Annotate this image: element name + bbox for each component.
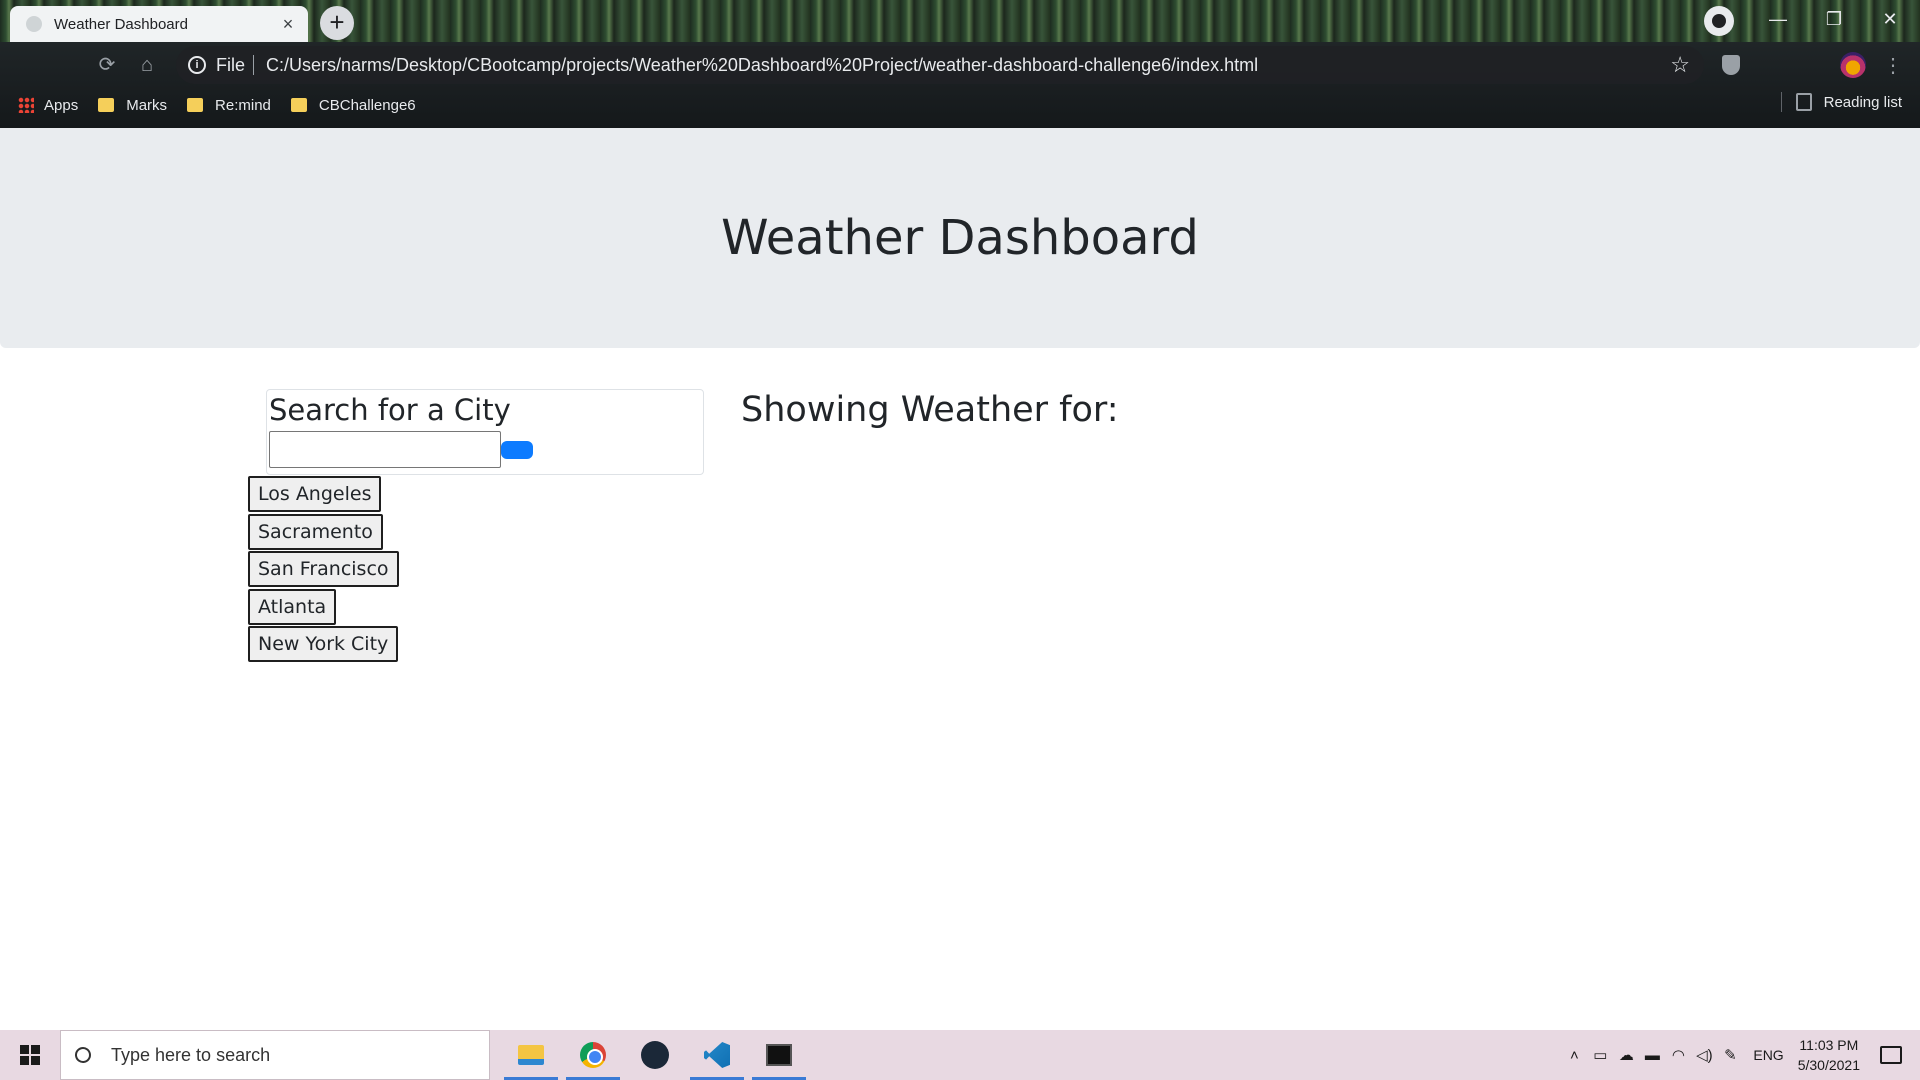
url-text[interactable]: C:/Users/narms/Desktop/CBootcamp/project… <box>266 55 1258 76</box>
taskbar-file-explorer[interactable] <box>500 1030 562 1080</box>
notification-center-icon[interactable] <box>1880 1046 1902 1064</box>
scheme-label: File <box>216 54 246 75</box>
taskbar-search-box[interactable]: Type here to search <box>60 1030 490 1080</box>
taskbar-vscode[interactable] <box>686 1030 748 1080</box>
bookmark-cbchallenge6[interactable]: CBChallenge6 <box>290 96 416 114</box>
clock-date: 5/30/2021 <box>1797 1057 1860 1073</box>
results-heading: Showing Weather for: <box>741 390 1119 430</box>
page-title: Weather Dashboard <box>721 210 1199 266</box>
taskbar-terminal[interactable] <box>748 1030 810 1080</box>
profile-avatar[interactable] <box>1838 50 1868 80</box>
city-search-input[interactable] <box>269 431 501 468</box>
apps-grid-icon <box>18 97 34 113</box>
bookmark-marks[interactable]: Marks <box>98 97 167 114</box>
folder-icon <box>290 98 307 112</box>
language-indicator[interactable]: ENG <box>1753 1047 1783 1063</box>
search-icon <box>73 1045 93 1065</box>
taskbar-chrome[interactable] <box>562 1030 624 1080</box>
bookmark-label: Apps <box>44 96 79 114</box>
taskbar-steam[interactable] <box>624 1030 686 1080</box>
address-bar[interactable]: i File C:/Users/narms/Desktop/CBootcamp/… <box>176 46 1704 84</box>
page-viewport: Weather Dashboard Search for a City Los … <box>0 128 1920 1030</box>
favicon-icon <box>26 16 42 32</box>
clock-time: 11:03 PM <box>1799 1037 1859 1053</box>
start-button[interactable] <box>0 1030 60 1080</box>
new-tab-button[interactable]: + <box>320 6 354 40</box>
bookmark-label: CBChallenge6 <box>318 96 416 114</box>
reading-list-button[interactable]: Reading list <box>1780 92 1902 112</box>
home-icon[interactable]: ⌂ <box>132 50 162 80</box>
bookmark-apps[interactable]: Apps <box>18 97 78 114</box>
onedrive-cloud-icon[interactable]: ☁ <box>1613 1046 1639 1064</box>
battery-icon[interactable]: ▬ <box>1639 1047 1665 1064</box>
vscode-icon <box>704 1042 730 1068</box>
search-history-list: Los Angeles Sacramento San Francisco Atl… <box>248 476 399 664</box>
bookmarks-bar: Apps Marks Re:mind CBChallenge6 <box>0 92 1920 118</box>
reading-list-label: Reading list <box>1823 93 1902 111</box>
tab-search-button[interactable] <box>1704 6 1734 36</box>
bookmark-star-icon[interactable]: ☆ <box>1670 52 1690 78</box>
city-button-los-angeles[interactable]: Los Angeles <box>248 476 382 512</box>
city-button-san-francisco[interactable]: San Francisco <box>248 551 399 587</box>
extension-shield-icon[interactable] <box>1716 50 1746 80</box>
chevron-down-icon <box>1712 14 1726 28</box>
chrome-icon <box>580 1042 606 1068</box>
header-jumbotron: Weather Dashboard <box>0 128 1920 348</box>
tab-close-icon[interactable]: × <box>278 14 298 35</box>
browser-tab[interactable]: Weather Dashboard × <box>10 6 308 42</box>
search-row <box>269 431 703 468</box>
search-card: Search for a City <box>266 389 704 475</box>
city-button-new-york-city[interactable]: New York City <box>248 626 399 662</box>
bookmark-remind[interactable]: Re:mind <box>187 97 271 114</box>
chevron-up-icon[interactable]: ˄ <box>1561 1047 1587 1064</box>
more-menu-icon[interactable]: ⋮ <box>1878 50 1908 80</box>
tab-title: Weather Dashboard <box>54 15 188 33</box>
close-window-button[interactable]: ✕ <box>1862 0 1918 38</box>
site-info-icon[interactable]: i <box>188 56 206 74</box>
bookmark-label: Re:mind <box>215 96 271 114</box>
search-button[interactable] <box>501 440 533 459</box>
system-tray: ˄ ▭ ☁ ▬ ◠ ◁) ✎ ENG 11:03 PM 5/30/2021 <box>1561 1030 1920 1080</box>
city-button-atlanta[interactable]: Atlanta <box>248 588 337 625</box>
folder-icon <box>98 98 115 112</box>
meet-now-icon[interactable]: ▭ <box>1587 1046 1613 1064</box>
folder-icon <box>187 98 204 112</box>
terminal-icon <box>766 1044 792 1066</box>
reload-icon[interactable]: ⟳ <box>92 50 122 80</box>
bookmarks-divider <box>1780 92 1782 112</box>
reading-list-icon <box>1795 93 1812 111</box>
bookmark-label: Marks <box>126 96 168 114</box>
browser-chrome: Weather Dashboard × + — ❐ ✕ ⟳ ⌂ i File C… <box>0 0 1920 128</box>
taskbar-clock[interactable]: 11:03 PM 5/30/2021 <box>1798 1035 1860 1075</box>
file-explorer-icon <box>518 1045 544 1065</box>
taskbar-search-placeholder: Type here to search <box>111 1044 271 1065</box>
wifi-icon[interactable]: ◠ <box>1665 1046 1691 1064</box>
minimize-button[interactable]: — <box>1750 0 1806 38</box>
restore-button[interactable]: ❐ <box>1806 0 1862 38</box>
steam-icon <box>641 1041 669 1069</box>
search-heading: Search for a City <box>269 393 511 427</box>
city-button-sacramento[interactable]: Sacramento <box>248 513 383 550</box>
pen-icon[interactable]: ✎ <box>1717 1046 1743 1064</box>
windows-taskbar: Type here to search ˄ ▭ ☁ ▬ ◠ ◁) ✎ ENG 1… <box>0 1030 1920 1080</box>
volume-icon[interactable]: ◁) <box>1691 1046 1717 1064</box>
omnibox-divider <box>253 55 255 75</box>
windows-logo-icon <box>20 1045 40 1065</box>
